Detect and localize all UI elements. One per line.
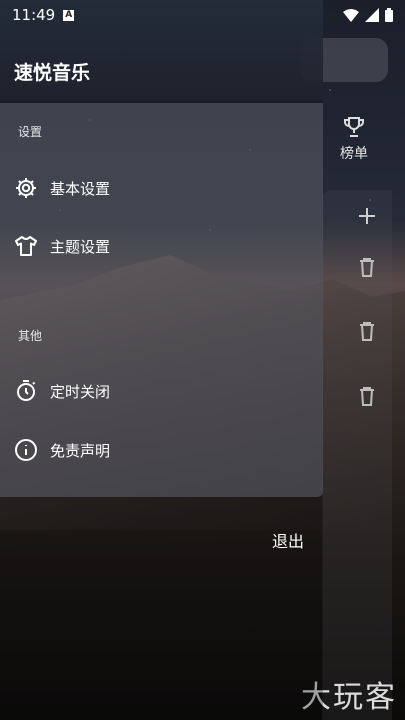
menu-item-disclaimer[interactable]: 免责声明	[14, 428, 304, 472]
menu-item-label: 主题设置	[50, 237, 111, 256]
exit-button[interactable]: 退出	[272, 528, 304, 552]
battery-icon	[385, 8, 393, 22]
section-label-settings: 设置	[18, 125, 43, 139]
notification-badge: A	[63, 9, 75, 21]
signal-icon	[365, 8, 379, 22]
trash-icon[interactable]	[356, 256, 378, 278]
menu-item-theme-settings[interactable]: 主题设置	[14, 224, 304, 268]
status-bar: 11:49 A	[0, 0, 405, 30]
add-icon[interactable]	[356, 205, 378, 227]
trash-icon[interactable]	[356, 385, 378, 407]
charts-tab[interactable]: 榜单	[332, 115, 376, 163]
menu-item-label: 基本设置	[50, 179, 111, 198]
navigation-drawer: 速悦音乐 设置 基本设置 主题设置 其他 定时关闭 免责声明	[0, 0, 323, 720]
status-icons	[343, 8, 393, 22]
trash-icon[interactable]	[356, 320, 378, 342]
charts-label: 榜单	[340, 146, 368, 162]
section-label-other: 其他	[18, 329, 43, 343]
trophy-icon	[344, 117, 364, 137]
menu-item-basic-settings[interactable]: 基本设置	[14, 166, 304, 210]
status-time: 11:49	[12, 6, 56, 24]
info-icon	[15, 439, 37, 461]
menu-item-label: 免责声明	[50, 441, 111, 460]
gear-icon	[16, 178, 36, 198]
menu-item-sleep-timer[interactable]: 定时关闭	[14, 369, 304, 413]
menu-item-label: 定时关闭	[50, 382, 111, 401]
wifi-icon	[343, 8, 359, 22]
shirt-icon	[15, 236, 37, 256]
timer-icon	[17, 380, 36, 401]
drawer-menu-card: 设置 基本设置 主题设置 其他 定时关闭 免责声明	[0, 103, 323, 497]
app-title: 速悦音乐	[14, 62, 91, 84]
